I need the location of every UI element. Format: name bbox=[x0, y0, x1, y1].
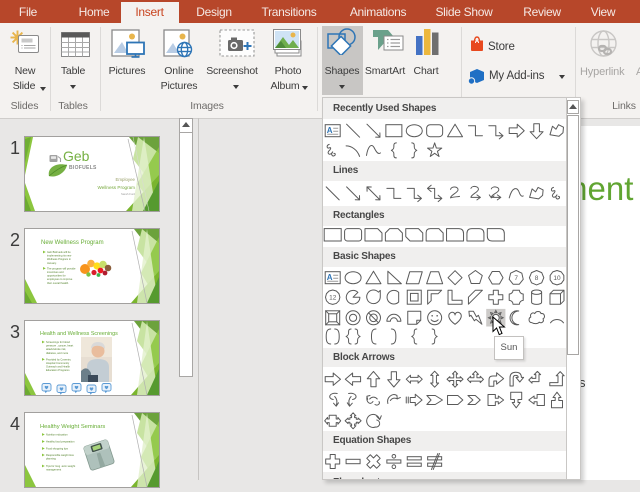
svg-text:attack/stroke risk,: attack/stroke risk, bbox=[46, 347, 66, 351]
svg-text:New Wellness Program: New Wellness Program bbox=[41, 240, 104, 246]
svg-text:Responsible weight loss: Responsible weight loss bbox=[46, 453, 75, 457]
svg-text:Geb: Geb bbox=[63, 148, 90, 164]
svg-text:planning: planning bbox=[46, 457, 56, 461]
svg-text:Wellness Program: Wellness Program bbox=[98, 185, 136, 190]
svg-text:Wellness Program in: Wellness Program in bbox=[47, 257, 71, 261]
svg-text:Screenings for blood: Screenings for blood bbox=[46, 340, 70, 344]
svg-text:Employee: Employee bbox=[115, 177, 135, 182]
svg-text:opportunities for: opportunities for bbox=[47, 274, 66, 278]
svg-text:Healthy Weight Seminars: Healthy Weight Seminars bbox=[40, 424, 105, 430]
svg-text:Outreach and Health: Outreach and Health bbox=[46, 365, 70, 369]
svg-text:BIOFUELS: BIOFUELS bbox=[69, 165, 97, 171]
svg-text:Provided by Coventry: Provided by Coventry bbox=[46, 357, 71, 361]
svg-text:7: 7 bbox=[514, 275, 518, 282]
svg-text:management: management bbox=[46, 468, 61, 472]
svg-text:incentives and: incentives and bbox=[47, 270, 64, 274]
svg-text:January.: January. bbox=[47, 261, 57, 265]
svg-text:12: 12 bbox=[329, 295, 337, 302]
svg-text:diabetes, and more: diabetes, and more bbox=[46, 351, 69, 355]
svg-text:implementing its new: implementing its new bbox=[47, 254, 71, 258]
svg-text:employees to improve: employees to improve bbox=[47, 277, 73, 281]
svg-text:their overall health.: their overall health. bbox=[47, 281, 69, 285]
svg-text:Sarah Ford: Sarah Ford bbox=[121, 192, 135, 196]
svg-text:Geb BioFuels will be: Geb BioFuels will be bbox=[47, 250, 71, 254]
svg-text:10: 10 bbox=[553, 275, 561, 282]
svg-text:Hospital Community: Hospital Community bbox=[46, 361, 70, 365]
svg-text:Healthy food preparation: Healthy food preparation bbox=[46, 440, 75, 444]
svg-text:The program will provide: The program will provide bbox=[47, 266, 76, 270]
svg-text:Education Programs: Education Programs bbox=[46, 368, 70, 372]
svg-text:Tips for long -term weight: Tips for long -term weight bbox=[46, 464, 75, 468]
svg-text:Nutrition education: Nutrition education bbox=[46, 433, 68, 437]
svg-text:Food shopping tips: Food shopping tips bbox=[46, 447, 69, 451]
svg-text:pressure , cancer, heart: pressure , cancer, heart bbox=[46, 344, 74, 348]
svg-text:Health and Wellness Screenings: Health and Wellness Screenings bbox=[40, 331, 118, 337]
svg-text:8: 8 bbox=[535, 275, 539, 282]
